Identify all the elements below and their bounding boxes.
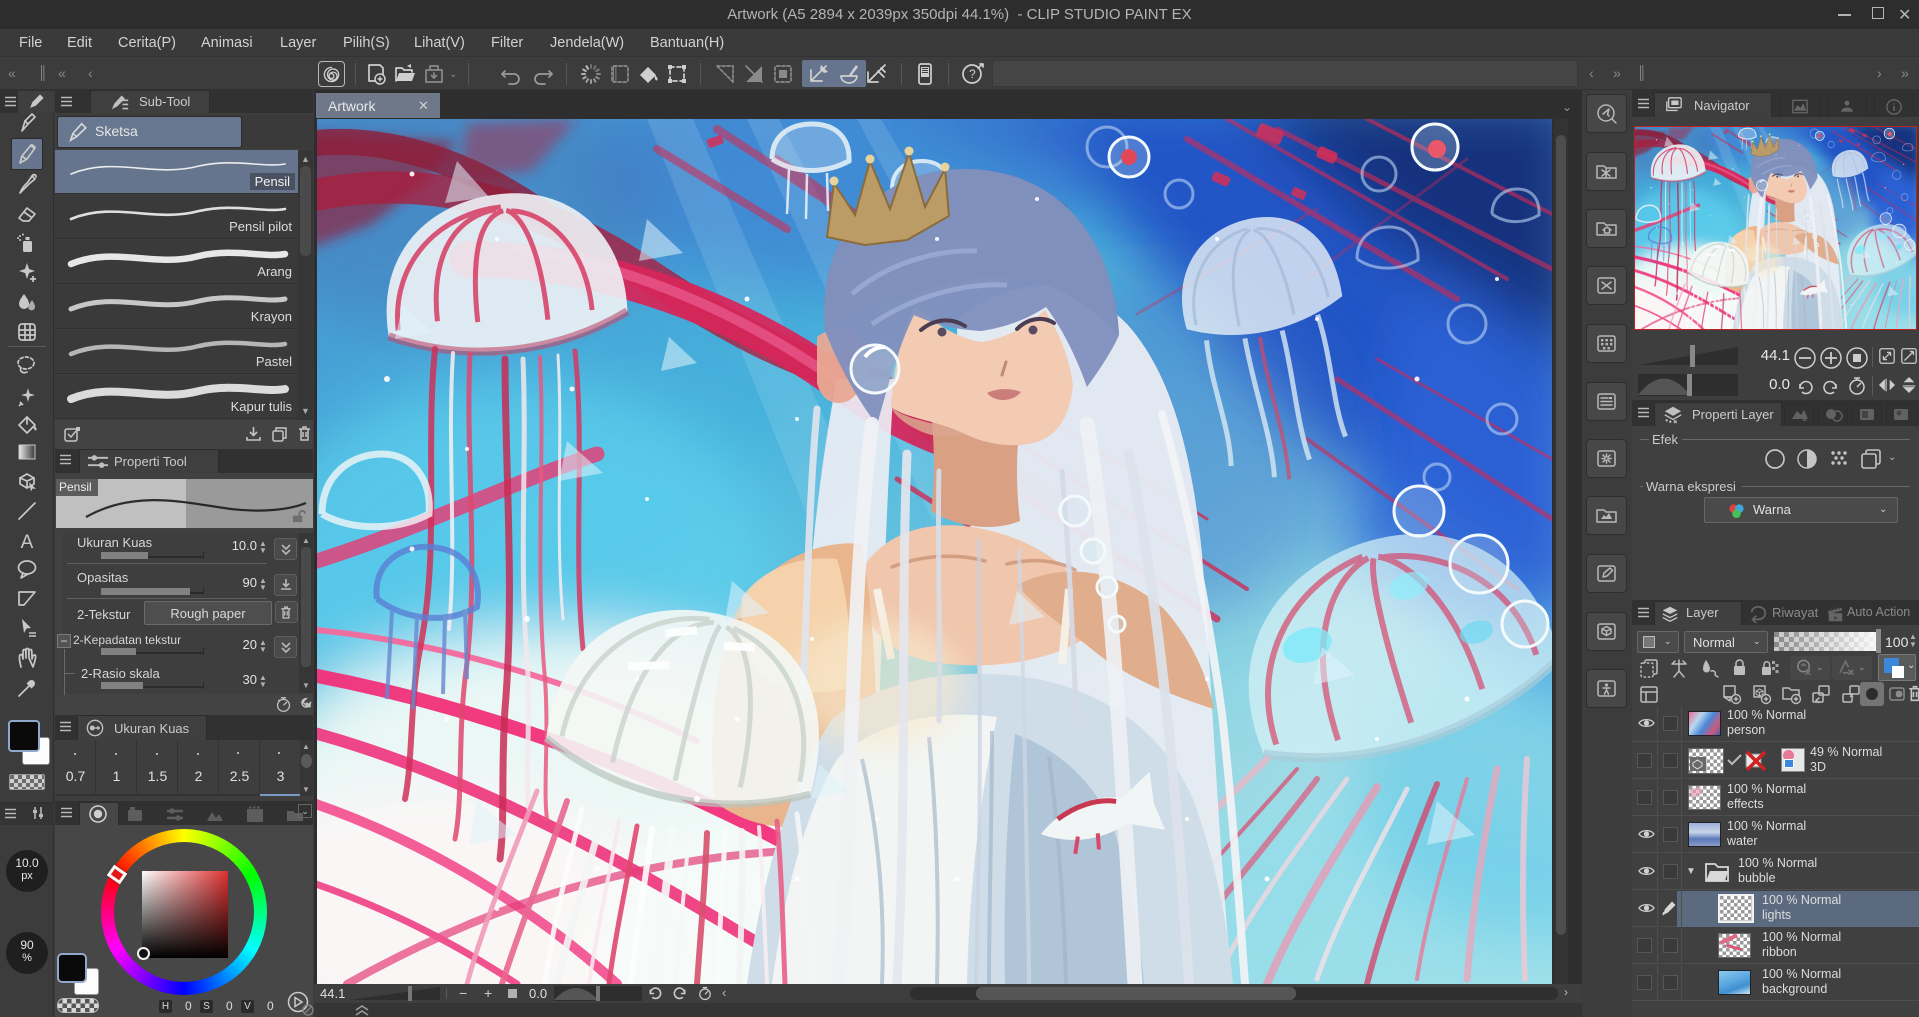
svg-text:?: ? [969,67,976,81]
svg-text:A: A [21,532,34,553]
